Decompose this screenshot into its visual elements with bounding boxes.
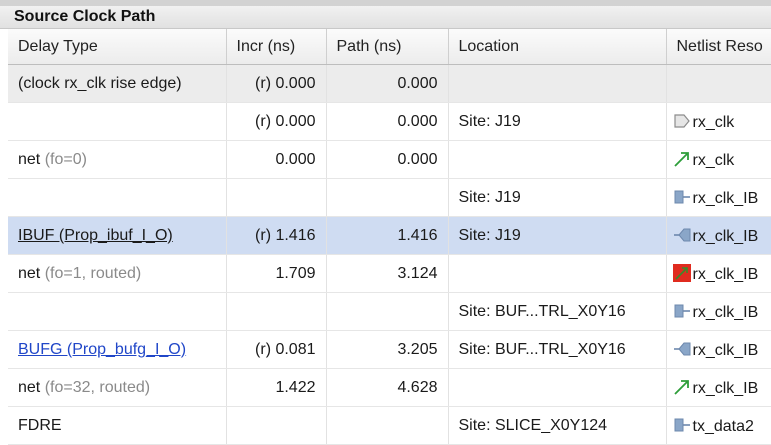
cell-delay-type xyxy=(8,292,227,331)
cell-incr xyxy=(226,178,327,217)
section-title: Source Clock Path xyxy=(14,8,156,25)
table-row[interactable]: FDRE Site: SLICE_X0Y124 tx_data2 xyxy=(8,406,771,445)
cell-delay-type: (clock rx_clk rise edge) xyxy=(8,64,227,103)
netlist-resource-label: rx_clk xyxy=(692,151,735,169)
cell-incr: (r) 0.081 xyxy=(226,330,327,369)
cell-netlist-resource[interactable]: rx_clk_IB xyxy=(666,178,771,217)
table-header-row: Delay Type Incr (ns) Path (ns) Location … xyxy=(8,29,771,65)
cell-netlist-resource[interactable]: rx_clk_IB xyxy=(666,330,771,369)
net-arrow-icon xyxy=(673,378,691,396)
table-row[interactable]: IBUF (Prop_ibuf_I_O) (r) 1.416 1.416 Site: … xyxy=(8,216,771,255)
table-row[interactable]: net (fo=0) 0.000 0.000 rx_clk xyxy=(8,140,771,179)
cell-delay-type: net (fo=1, routed) xyxy=(8,254,227,293)
cell-netlist-resource[interactable]: tx_data2 xyxy=(666,406,771,445)
cell-incr xyxy=(226,406,327,445)
cell-delay-type xyxy=(8,102,227,141)
cell-delay-type: FDRE xyxy=(8,406,227,445)
delay-type-label: FDRE xyxy=(18,416,62,434)
column-header-delay-type[interactable]: Delay Type xyxy=(8,29,227,65)
delay-type-label: IBUF (Prop_ibuf_I_O) xyxy=(18,226,173,244)
cell-netlist-resource[interactable]: rx_clk_IB xyxy=(666,292,771,331)
delay-type-label: net xyxy=(18,264,41,282)
netlist-resource-label: rx_clk_IB xyxy=(692,303,759,321)
cell-delay-type: net (fo=0) xyxy=(8,140,227,179)
cell-path xyxy=(326,178,449,217)
pin-in-icon xyxy=(673,226,691,244)
delay-type-link[interactable]: BUFG (Prop_bufg_I_O) xyxy=(18,341,186,358)
cell-location: Site: J19 xyxy=(448,178,667,217)
cell-path: 4.628 xyxy=(326,368,449,407)
cell-netlist-resource[interactable]: rx_clk xyxy=(666,102,771,141)
netlist-resource-label: rx_clk_IB xyxy=(692,227,759,245)
cell-location: Site: J19 xyxy=(448,102,667,141)
port-icon xyxy=(673,112,691,130)
column-header-incr[interactable]: Incr (ns) xyxy=(226,29,327,65)
delay-type-label: net xyxy=(18,378,41,396)
cell-delay-type: BUFG (Prop_bufg_I_O) xyxy=(8,330,227,369)
table-row[interactable]: Site: J19 rx_clk_IB xyxy=(8,178,771,217)
cell-incr: (r) 1.416 xyxy=(226,216,327,255)
cell-path: 0.000 xyxy=(326,64,449,103)
table-row[interactable]: Site: BUF...TRL_X0Y16 rx_clk_IB xyxy=(8,292,771,331)
netlist-resource-label: rx_clk_IB xyxy=(692,341,759,359)
delay-type-label: net xyxy=(18,150,41,168)
cell-path xyxy=(326,406,449,445)
table-row[interactable]: BUFG (Prop_bufg_I_O) (r) 0.081 3.205 Site: … xyxy=(8,330,771,369)
delay-type-label: (clock rx_clk rise edge) xyxy=(18,74,182,92)
cell-netlist-resource[interactable] xyxy=(666,64,771,103)
cell-netlist-resource[interactable]: rx_clk xyxy=(666,140,771,179)
timing-path-table: Delay Type Incr (ns) Path (ns) Location … xyxy=(8,29,771,445)
table-row[interactable]: (r) 0.000 0.000 Site: J19 rx_clk xyxy=(8,102,771,141)
cell-location xyxy=(448,140,667,179)
netlist-resource-label: rx_clk xyxy=(692,113,735,131)
netlist-resource-label: rx_clk_IB xyxy=(692,265,759,283)
cell-incr: (r) 0.000 xyxy=(226,102,327,141)
table-row[interactable]: (clock rx_clk rise edge) (r) 0.000 0.000 xyxy=(8,64,771,103)
cell-location: Site: BUF...TRL_X0Y16 xyxy=(448,292,667,331)
cell-location xyxy=(448,254,667,293)
cell-path: 3.124 xyxy=(326,254,449,293)
fanout-note: (fo=0) xyxy=(40,150,87,168)
cell-delay-type xyxy=(8,178,227,217)
cell-netlist-resource[interactable]: rx_clk_IB xyxy=(666,368,771,407)
netlist-resource-label: rx_clk_IB xyxy=(692,189,759,207)
cell-location: Site: BUF...TRL_X0Y16 xyxy=(448,330,667,369)
section-header[interactable]: Source Clock Path xyxy=(0,6,771,29)
table-row[interactable]: net (fo=1, routed) 1.709 3.124 rx_clk_IB xyxy=(8,254,771,293)
cell-location: Site: J19 xyxy=(448,216,667,255)
cell-location xyxy=(448,368,667,407)
cell-path: 1.416 xyxy=(326,216,449,255)
cell-path: 0.000 xyxy=(326,102,449,141)
netlist-resource-label: rx_clk_IB xyxy=(692,379,759,397)
cell-delay-type: IBUF (Prop_ibuf_I_O) xyxy=(8,216,227,255)
cell-incr: (r) 0.000 xyxy=(226,64,327,103)
cell-incr: 1.422 xyxy=(226,368,327,407)
cell-incr: 0.000 xyxy=(226,140,327,179)
pin-out-icon xyxy=(673,416,691,434)
cell-path: 3.205 xyxy=(326,330,449,369)
fanout-note: (fo=32, routed) xyxy=(40,378,151,396)
cell-path: 0.000 xyxy=(326,140,449,179)
netlist-resource-label: tx_data2 xyxy=(692,417,754,435)
cell-delay-type: net (fo=32, routed) xyxy=(8,368,227,407)
fanout-note: (fo=1, routed) xyxy=(40,264,142,282)
cell-incr: 1.709 xyxy=(226,254,327,293)
cell-location: Site: SLICE_X0Y124 xyxy=(448,406,667,445)
cell-netlist-resource[interactable]: rx_clk_IB xyxy=(666,254,771,293)
pin-out-icon xyxy=(673,302,691,320)
cell-netlist-resource[interactable]: rx_clk_IB xyxy=(666,216,771,255)
net-arrow-icon xyxy=(673,150,691,168)
pin-in-icon xyxy=(673,340,691,358)
pin-out-icon xyxy=(673,188,691,206)
column-header-location[interactable]: Location xyxy=(448,29,667,65)
column-header-netlist-resource[interactable]: Netlist Reso xyxy=(666,29,771,65)
table-row[interactable]: net (fo=32, routed) 1.422 4.628 rx_clk_IB xyxy=(8,368,771,407)
cell-path xyxy=(326,292,449,331)
cell-location xyxy=(448,64,667,103)
cell-incr xyxy=(226,292,327,331)
net-routed-icon xyxy=(672,263,691,282)
column-header-path[interactable]: Path (ns) xyxy=(326,29,449,65)
